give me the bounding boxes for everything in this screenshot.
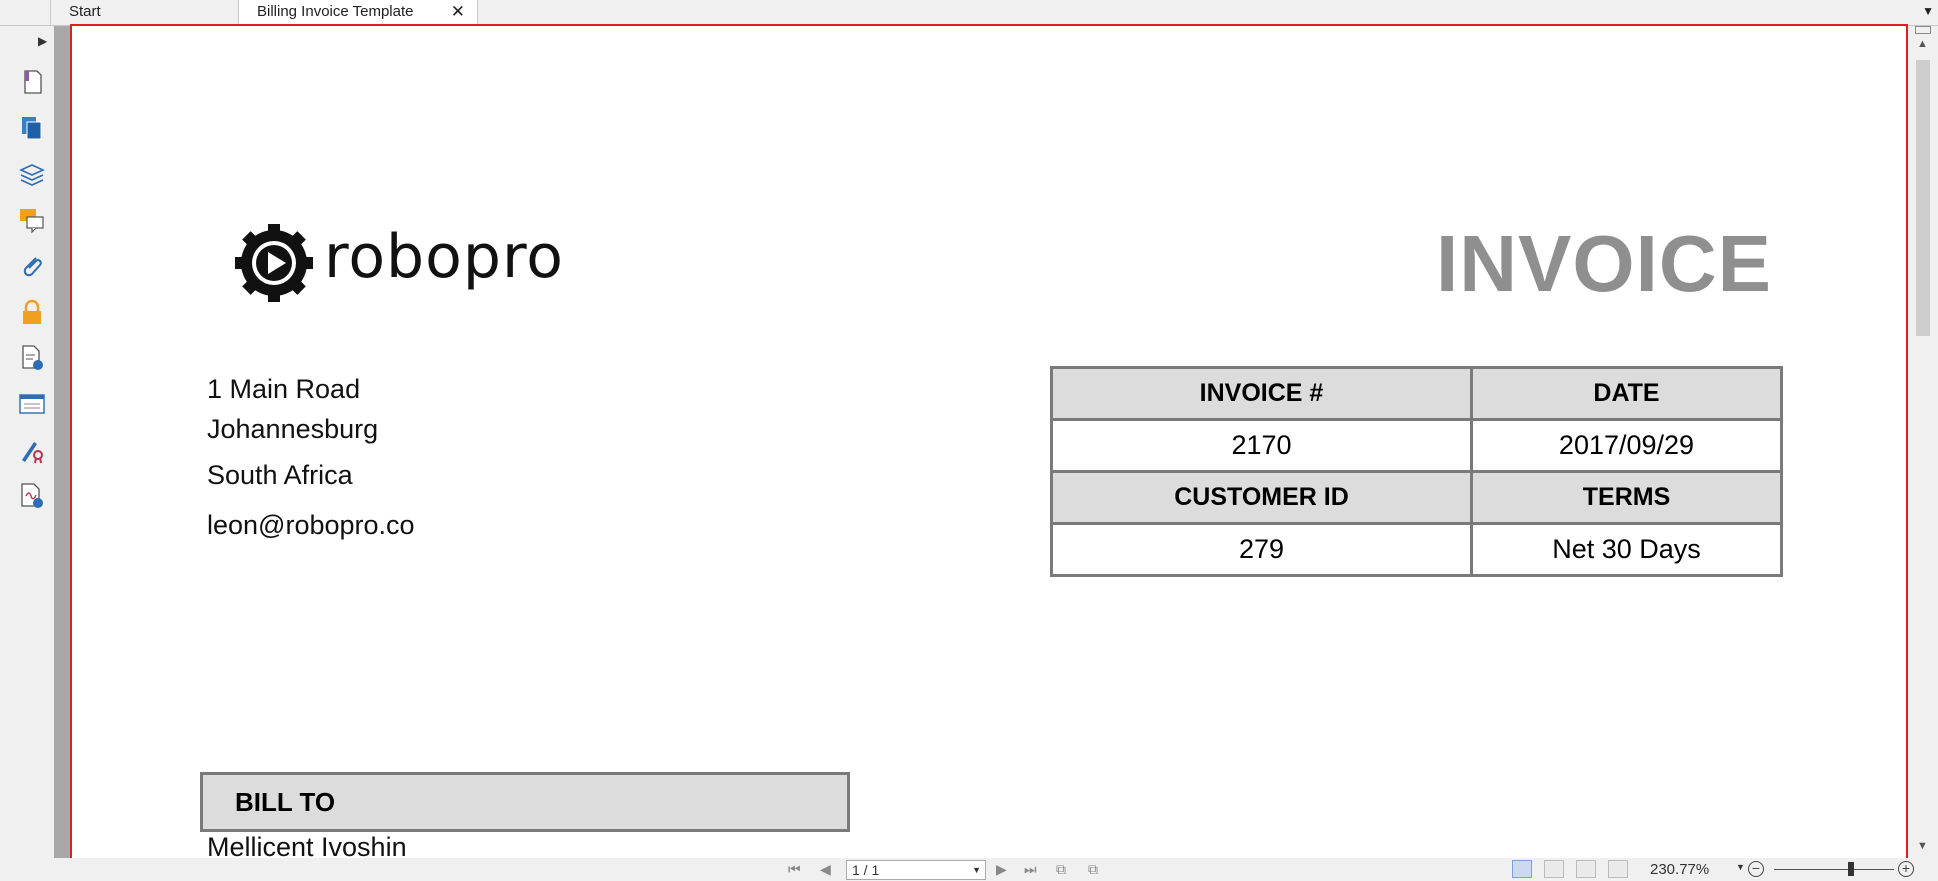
page-dropdown-icon[interactable]: ▼ bbox=[972, 861, 981, 879]
document-clock-icon[interactable] bbox=[18, 344, 46, 372]
bookmark-icon[interactable] bbox=[18, 68, 46, 96]
invoice-meta-table: INVOICE # DATE 2170 2017/09/29 CUSTOMER … bbox=[1050, 366, 1783, 577]
next-view-icon[interactable]: ⧉ bbox=[1088, 861, 1098, 877]
signature-validate-icon[interactable] bbox=[18, 482, 46, 510]
sidebar-splitter[interactable] bbox=[54, 26, 70, 858]
tab-list-dropdown-icon[interactable]: ▼ bbox=[1922, 2, 1934, 20]
attachment-icon[interactable] bbox=[18, 252, 46, 280]
expand-panel-icon[interactable]: ▶ bbox=[38, 34, 47, 48]
invoice-number-value: 2170 bbox=[1050, 418, 1473, 473]
single-page-view-button[interactable] bbox=[1512, 860, 1532, 878]
date-header: DATE bbox=[1470, 366, 1783, 421]
tab-bar: Start Billing Invoice Template ✕ ▼ bbox=[0, 0, 1938, 27]
customer-id-header: CUSTOMER ID bbox=[1050, 470, 1473, 525]
zoom-out-icon[interactable]: − bbox=[1748, 861, 1764, 877]
split-view-handle[interactable] bbox=[1915, 26, 1931, 34]
status-bar: ⏮ ◀ 1 / 1 ▼ ▶ ⏭ ⧉ ⧉ 230.77% ▼ − + bbox=[0, 858, 1938, 881]
address-line-1: 1 Main Road bbox=[207, 374, 361, 404]
continuous-facing-view-button[interactable] bbox=[1608, 860, 1628, 878]
bill-to-label: BILL TO bbox=[235, 787, 336, 817]
document-page: robopro 1 Main Road Johannesburg South A… bbox=[70, 24, 1908, 860]
page-number-input[interactable]: 1 / 1 ▼ bbox=[846, 860, 986, 880]
bill-to-header: BILL TO bbox=[200, 772, 850, 832]
previous-view-icon[interactable]: ⧉ bbox=[1056, 861, 1066, 877]
scrollbar-thumb[interactable] bbox=[1916, 60, 1930, 336]
last-page-icon[interactable]: ⏭ bbox=[1024, 861, 1037, 877]
tab-start-label: Start bbox=[69, 3, 101, 20]
customer-id-value: 279 bbox=[1050, 522, 1473, 577]
zoom-in-icon[interactable]: + bbox=[1898, 861, 1914, 877]
company-email: leon@robopro.co bbox=[207, 510, 415, 540]
facing-view-button[interactable] bbox=[1576, 860, 1596, 878]
zoom-level[interactable]: 230.77% bbox=[1650, 861, 1709, 878]
address-line-2: Johannesburg bbox=[207, 414, 379, 444]
scroll-down-icon[interactable]: ▼ bbox=[1917, 840, 1928, 852]
address-line-3: South Africa bbox=[207, 460, 353, 490]
invoice-title: INVOICE bbox=[1436, 219, 1772, 308]
invoice-number-header: INVOICE # bbox=[1050, 366, 1473, 421]
vertical-scrollbar[interactable]: ▲ ▼ bbox=[1910, 26, 1936, 858]
pages-icon[interactable] bbox=[18, 114, 46, 142]
tab-active-label: Billing Invoice Template bbox=[257, 3, 414, 20]
tab-start[interactable]: Start bbox=[50, 0, 240, 26]
first-page-icon[interactable]: ⏮ bbox=[788, 861, 801, 877]
zoom-slider-track[interactable] bbox=[1774, 869, 1894, 870]
robopro-gear-logo-icon bbox=[235, 224, 313, 302]
company-logo-text: robopro bbox=[324, 222, 564, 292]
layers-icon[interactable] bbox=[18, 160, 46, 188]
security-lock-icon[interactable] bbox=[18, 298, 46, 326]
form-fields-icon[interactable] bbox=[18, 390, 46, 418]
navigation-panel-sidebar: ▶ bbox=[8, 26, 54, 858]
terms-value: Net 30 Days bbox=[1470, 522, 1783, 577]
tab-billing-invoice-template[interactable]: Billing Invoice Template ✕ bbox=[238, 0, 478, 27]
previous-page-icon[interactable]: ◀ bbox=[820, 861, 831, 877]
comments-icon[interactable] bbox=[18, 206, 46, 234]
page-number-text: 1 / 1 bbox=[852, 862, 880, 878]
scroll-up-icon[interactable]: ▲ bbox=[1917, 38, 1928, 50]
terms-header: TERMS bbox=[1470, 470, 1783, 525]
continuous-view-button[interactable] bbox=[1544, 860, 1564, 878]
customer-name: Mellicent Ivoshin bbox=[207, 832, 407, 860]
next-page-icon[interactable]: ▶ bbox=[996, 861, 1007, 877]
date-value: 2017/09/29 bbox=[1470, 418, 1783, 473]
zoom-slider-thumb[interactable] bbox=[1848, 862, 1854, 876]
zoom-dropdown-icon[interactable]: ▼ bbox=[1736, 862, 1745, 872]
sign-certify-icon[interactable] bbox=[18, 436, 46, 464]
close-tab-icon[interactable]: ✕ bbox=[451, 0, 465, 24]
